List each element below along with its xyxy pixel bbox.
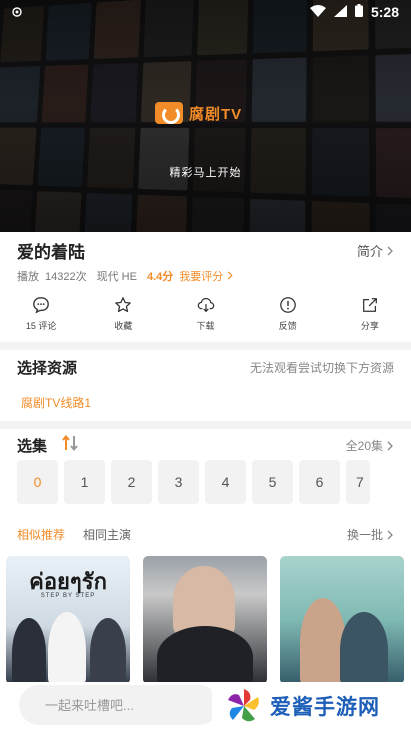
- source-line-1[interactable]: 腐剧TV线路1: [21, 394, 91, 411]
- action-bar: 15 评论 收藏 下载 反馈 分享: [0, 296, 411, 332]
- battery-icon: [354, 4, 363, 20]
- recommend-cards: ค่อยๆรัก STEP BY STEP: [6, 556, 404, 684]
- tab-similar[interactable]: 相似推荐: [17, 526, 65, 543]
- all-episodes-label: 全20集: [345, 439, 383, 453]
- intro-link[interactable]: 简介: [357, 241, 394, 260]
- card-subtitle: STEP BY STEP: [40, 593, 96, 599]
- refresh-label: 换一批: [346, 528, 383, 542]
- episode-button[interactable]: 4: [205, 460, 246, 504]
- section-divider: [0, 342, 411, 350]
- feedback-label: 反馈: [278, 321, 297, 331]
- app-logo: 腐剧TV: [155, 102, 242, 124]
- cloud-download-icon: [197, 297, 214, 313]
- feedback-button[interactable]: 反馈: [247, 296, 329, 332]
- recommend-card[interactable]: [143, 556, 267, 684]
- player-tagline: 精彩马上开始: [169, 167, 242, 179]
- episode-button[interactable]: 7: [346, 460, 370, 504]
- source-note: 无法观看尝试切换下方资源: [249, 361, 394, 375]
- recommend-tabs: 相似推荐 相同主演 换一批: [17, 526, 394, 543]
- tab-same-cast[interactable]: 相同主演: [83, 526, 131, 543]
- chevron-right-icon: [228, 271, 233, 280]
- share-icon: [362, 298, 377, 312]
- notification-icon: [12, 5, 22, 20]
- rate-label: 我要评分: [179, 271, 224, 283]
- rate-button[interactable]: 我要评分: [179, 268, 234, 284]
- refresh-button[interactable]: 换一批: [347, 526, 394, 543]
- favorite-button[interactable]: 收藏: [82, 296, 164, 332]
- episodes-header: 选集 全20集: [17, 434, 394, 457]
- plays-label: 播放: [17, 271, 39, 283]
- show-meta: 播放 14322次 现代 HE 4.4分 我要评分: [17, 268, 234, 284]
- episode-list: 0 1 2 3 4 5 6 7: [17, 460, 370, 504]
- comment-icon: [33, 297, 49, 314]
- section-divider: [0, 421, 411, 429]
- chevron-right-icon: [387, 246, 393, 255]
- sort-toggle[interactable]: [61, 434, 79, 457]
- all-episodes-link[interactable]: 全20集: [346, 437, 394, 454]
- pinwheel-logo-icon: [228, 689, 259, 722]
- favorite-label: 收藏: [114, 321, 133, 331]
- status-bar: 5:28: [0, 0, 411, 24]
- show-title-row: 爱的着陆 简介: [17, 238, 394, 263]
- show-title: 爱的着陆: [17, 243, 85, 262]
- source-header: 选择资源 无法观看尝试切换下方资源: [17, 357, 394, 378]
- logo-icon: [155, 102, 183, 124]
- intro-label: 简介: [356, 244, 383, 259]
- recommend-card[interactable]: ค่อยๆรัก STEP BY STEP: [6, 556, 130, 684]
- download-label: 下载: [196, 321, 215, 331]
- episodes-title: 选集: [17, 438, 48, 455]
- share-label: 分享: [360, 321, 379, 331]
- star-icon: [115, 297, 132, 313]
- episode-button[interactable]: 2: [111, 460, 152, 504]
- wifi-icon: [309, 4, 326, 20]
- comment-button[interactable]: 15 评论: [0, 296, 82, 332]
- episode-button[interactable]: 6: [299, 460, 340, 504]
- alert-icon: [279, 297, 296, 313]
- logo-text: 腐剧TV: [189, 105, 243, 123]
- episode-button[interactable]: 5: [252, 460, 293, 504]
- episode-button[interactable]: 0: [17, 460, 58, 504]
- chevron-right-icon: [387, 530, 393, 539]
- watermark: 爱酱手游网: [212, 682, 411, 730]
- signal-icon: [333, 4, 347, 20]
- status-time: 5:28: [370, 4, 399, 20]
- episode-button[interactable]: 3: [158, 460, 199, 504]
- episode-button[interactable]: 1: [64, 460, 105, 504]
- watermark-text: 爱酱手游网: [270, 696, 380, 719]
- chevron-right-icon: [387, 441, 393, 450]
- score: 4.4分: [146, 271, 174, 283]
- share-button[interactable]: 分享: [329, 296, 411, 332]
- video-player[interactable]: 5:28 腐剧TV 精彩马上开始: [0, 0, 411, 232]
- recommend-card[interactable]: [280, 556, 404, 684]
- download-button[interactable]: 下载: [164, 296, 246, 332]
- sort-icon: [62, 434, 78, 452]
- source-title: 选择资源: [17, 360, 78, 377]
- play-count: 14322次: [45, 271, 87, 283]
- genre-tag: 现代 HE: [96, 271, 137, 283]
- comment-input[interactable]: [19, 685, 219, 725]
- comment-label: 15 评论: [25, 321, 57, 331]
